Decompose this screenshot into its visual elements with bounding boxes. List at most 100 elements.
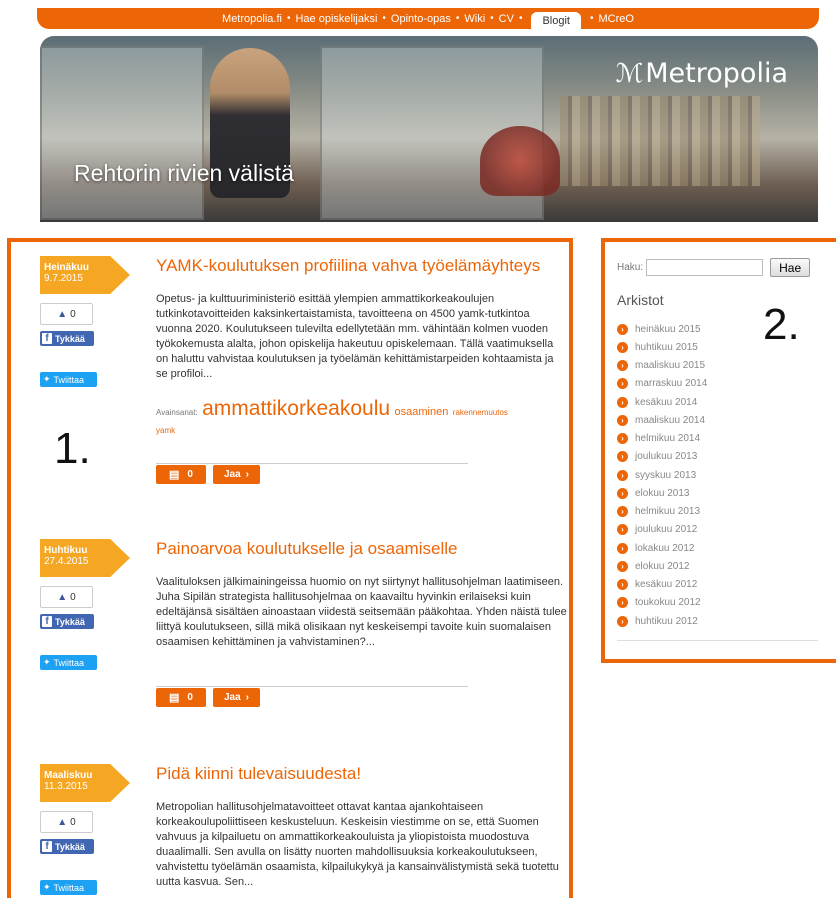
archive-item[interactable]: › lokakuu 2012 xyxy=(617,539,707,557)
top-nav: Metropolia.fi • Hae opiskelijaksi • Opin… xyxy=(37,8,819,29)
archive-item[interactable]: › syyskuu 2013 xyxy=(617,466,707,484)
archive-item[interactable]: › huhtikuu 2012 xyxy=(617,612,707,630)
post-actions: ▤ 0 Jaa › xyxy=(156,462,468,484)
archive-item[interactable]: › kesäkuu 2012 xyxy=(617,576,707,594)
archive-link[interactable]: elokuu 2012 xyxy=(635,561,690,572)
tag-link[interactable]: yamk xyxy=(156,426,175,435)
post-title[interactable]: Painoarvoa koulutukselle ja osaamiselle xyxy=(156,539,457,559)
twitter-bird-icon: ✦ xyxy=(43,657,51,667)
archive-item[interactable]: › elokuu 2012 xyxy=(617,557,707,575)
twitter-tweet-button[interactable]: ✦ Twiittaa xyxy=(40,372,97,387)
chevron-right-icon: › xyxy=(617,469,628,481)
twitter-tweet-button[interactable]: ✦ Twiittaa xyxy=(40,655,97,670)
twitter-tweet-label: Twiittaa xyxy=(53,882,85,893)
blog-title: Rehtorin rivien välistä xyxy=(74,160,294,186)
archive-item[interactable]: › joulukuu 2012 xyxy=(617,521,707,539)
like-count: 0 xyxy=(70,308,76,320)
nav-separator: • xyxy=(590,13,594,24)
archive-item[interactable]: › helmikuu 2013 xyxy=(617,503,707,521)
post-month: Maaliskuu xyxy=(44,770,93,781)
archives-list: › heinäkuu 2015 › huhtikuu 2015 › maaliskuu… xyxy=(617,320,707,630)
archive-item[interactable]: › maaliskuu 2014 xyxy=(617,411,707,429)
comments-button[interactable]: ▤ 0 xyxy=(156,688,206,707)
comments-button[interactable]: ▤ 0 xyxy=(156,465,206,484)
archive-item[interactable]: › helmikuu 2014 xyxy=(617,430,707,448)
share-label: Jaa xyxy=(223,692,241,703)
post-date: 11.3.2015 xyxy=(44,781,88,792)
archive-item[interactable]: › joulukuu 2013 xyxy=(617,448,707,466)
share-button[interactable]: Jaa › xyxy=(213,688,260,707)
nav-item-blogit[interactable]: Blogit xyxy=(531,12,581,29)
archive-link[interactable]: marraskuu 2014 xyxy=(635,378,707,389)
blog-post: Heinäkuu 9.7.2015 ▲ 0 f Tykkää ✦ Twiitta… xyxy=(40,256,570,486)
nav-item-hae-opiskelijaksi[interactable]: Hae opiskelijaksi xyxy=(295,13,377,25)
archive-link[interactable]: joulukuu 2012 xyxy=(635,524,697,535)
banner-chair-decoration xyxy=(480,126,560,196)
archive-item[interactable]: › maaliskuu 2015 xyxy=(617,357,707,375)
nav-item-mcreo[interactable]: MCreO xyxy=(599,13,634,25)
like-count: 0 xyxy=(70,591,76,603)
archive-item[interactable]: › elokuu 2013 xyxy=(617,484,707,502)
search-button[interactable]: Hae xyxy=(770,258,811,277)
like-counter[interactable]: ▲ 0 xyxy=(40,811,93,833)
post-date: 9.7.2015 xyxy=(44,273,83,284)
search-form: Haku: Hae xyxy=(617,258,811,277)
chevron-right-icon: › xyxy=(617,542,628,554)
chevron-right-icon: › xyxy=(617,487,628,499)
facebook-like-button[interactable]: f Tykkää xyxy=(40,614,94,629)
chevron-right-icon: › xyxy=(617,433,628,445)
archive-link[interactable]: joulukuu 2013 xyxy=(635,451,697,462)
archives-heading: Arkistot xyxy=(617,292,664,308)
chevron-right-icon: › xyxy=(617,524,628,536)
post-title[interactable]: Pidä kiinni tulevaisuudesta! xyxy=(156,764,361,784)
tag-link[interactable]: osaaminen xyxy=(395,406,449,418)
archive-link[interactable]: elokuu 2013 xyxy=(635,488,690,499)
nav-item-wiki[interactable]: Wiki xyxy=(464,13,485,25)
archive-link[interactable]: kesäkuu 2012 xyxy=(635,579,697,590)
comment-count: 0 xyxy=(187,692,193,703)
banner-shelf-decoration xyxy=(560,96,760,186)
share-label: Jaa xyxy=(223,469,241,480)
chevron-right-icon: › xyxy=(617,506,628,518)
nav-separator: • xyxy=(286,13,291,24)
archive-link[interactable]: toukokuu 2012 xyxy=(635,597,701,608)
archive-link[interactable]: syyskuu 2013 xyxy=(635,470,696,481)
nav-item-metropolia[interactable]: Metropolia.fi xyxy=(222,13,282,25)
chevron-right-icon: › xyxy=(617,560,628,572)
metropolia-logo[interactable]: ℳ Metropolia xyxy=(615,58,788,89)
chevron-right-icon: › xyxy=(617,451,628,463)
archive-item[interactable]: › heinäkuu 2015 xyxy=(617,320,707,338)
archive-item[interactable]: › marraskuu 2014 xyxy=(617,375,707,393)
nav-item-opinto-opas[interactable]: Opinto-opas xyxy=(391,13,451,25)
post-month: Heinäkuu xyxy=(44,262,90,273)
facebook-like-button[interactable]: f Tykkää xyxy=(40,839,94,854)
archive-link[interactable]: maaliskuu 2014 xyxy=(635,415,705,426)
archive-link[interactable]: huhtikuu 2012 xyxy=(635,616,698,627)
nav-item-cv[interactable]: CV xyxy=(499,13,514,25)
facebook-like-button[interactable]: f Tykkää xyxy=(40,331,94,346)
archive-link[interactable]: helmikuu 2014 xyxy=(635,433,700,444)
comment-icon: ▤ xyxy=(169,692,180,704)
archive-link[interactable]: kesäkuu 2014 xyxy=(635,397,697,408)
archive-item[interactable]: › huhtikuu 2015 xyxy=(617,338,707,356)
archive-link[interactable]: helmikuu 2013 xyxy=(635,506,700,517)
nav-separator: • xyxy=(382,13,386,24)
archive-link[interactable]: heinäkuu 2015 xyxy=(635,324,701,335)
archive-link[interactable]: lokakuu 2012 xyxy=(635,543,695,554)
archive-item[interactable]: › toukokuu 2012 xyxy=(617,594,707,612)
tag-link[interactable]: ammattikorkeakoulu xyxy=(202,397,390,420)
archive-link[interactable]: huhtikuu 2015 xyxy=(635,342,698,353)
thumbs-up-icon: ▲ xyxy=(57,816,68,828)
twitter-tweet-button[interactable]: ✦ Twiittaa xyxy=(40,880,97,895)
like-counter[interactable]: ▲ 0 xyxy=(40,303,93,325)
date-flag: Heinäkuu 9.7.2015 xyxy=(40,256,130,294)
share-button[interactable]: Jaa › xyxy=(213,465,260,484)
like-counter[interactable]: ▲ 0 xyxy=(40,586,93,608)
facebook-icon: f xyxy=(42,616,52,627)
archive-link[interactable]: maaliskuu 2015 xyxy=(635,360,705,371)
tag-link[interactable]: rakennemuutos xyxy=(453,408,508,417)
search-input[interactable] xyxy=(646,259,764,276)
chevron-right-icon: › xyxy=(617,360,628,372)
archive-item[interactable]: › kesäkuu 2014 xyxy=(617,393,707,411)
post-title[interactable]: YAMK-koulutuksen profiilina vahva työelä… xyxy=(156,256,540,276)
